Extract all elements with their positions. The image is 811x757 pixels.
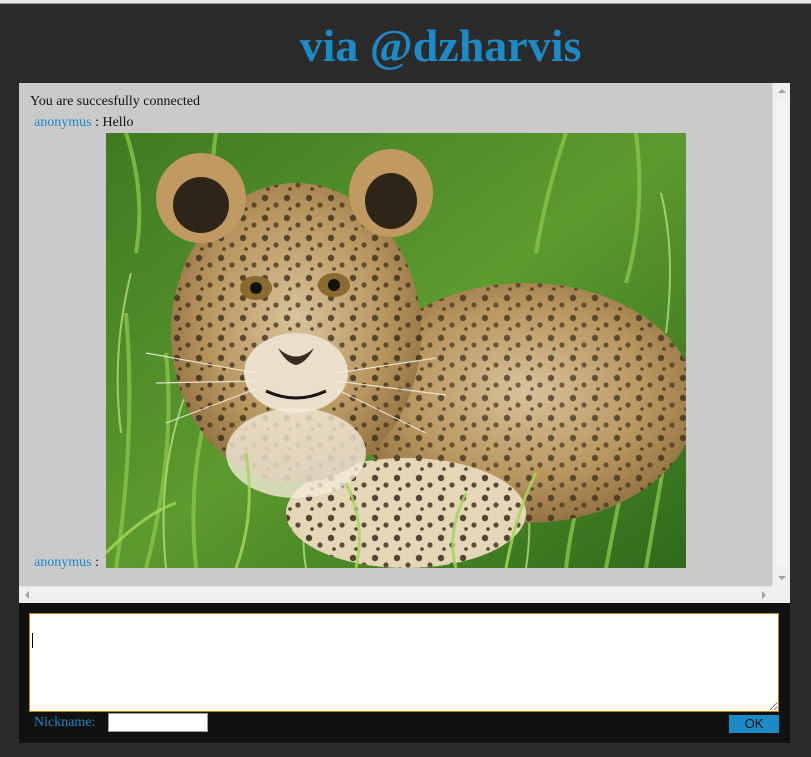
- ok-button[interactable]: OK: [729, 715, 779, 733]
- message-separator: :: [91, 115, 103, 130]
- message-input[interactable]: [29, 613, 779, 712]
- window-top-edge: [0, 0, 811, 4]
- message-separator: :: [91, 555, 99, 570]
- chat-image-leopard: [106, 133, 686, 568]
- scrollbar-corner: [772, 586, 790, 603]
- system-message: You are succesfully connected: [30, 94, 201, 109]
- nickname-input[interactable]: [108, 713, 208, 732]
- text-caret: [32, 633, 33, 648]
- chat-frame: You are succesfully connected anonymus :…: [19, 83, 790, 603]
- chat-message: anonymus : Hello: [34, 115, 134, 131]
- horizontal-scrollbar[interactable]: [19, 586, 772, 603]
- scroll-down-icon[interactable]: [778, 576, 786, 580]
- message-nick[interactable]: anonymus: [34, 555, 92, 570]
- scroll-right-icon[interactable]: [762, 591, 766, 599]
- page-title: via @dzharvis: [299, 20, 582, 71]
- nickname-label: Nickname:: [34, 715, 96, 730]
- chat-message: anonymus :: [34, 555, 99, 571]
- scroll-left-icon[interactable]: [25, 591, 29, 599]
- message-nick[interactable]: anonymus: [34, 115, 92, 130]
- scroll-thumb[interactable]: [776, 101, 787, 566]
- chat-log: You are succesfully connected anonymus :…: [19, 83, 772, 586]
- vertical-scrollbar[interactable]: [772, 83, 790, 586]
- scroll-up-icon[interactable]: [778, 89, 786, 93]
- composer-panel: Nickname: OK: [19, 603, 790, 743]
- message-text: Hello: [102, 115, 134, 130]
